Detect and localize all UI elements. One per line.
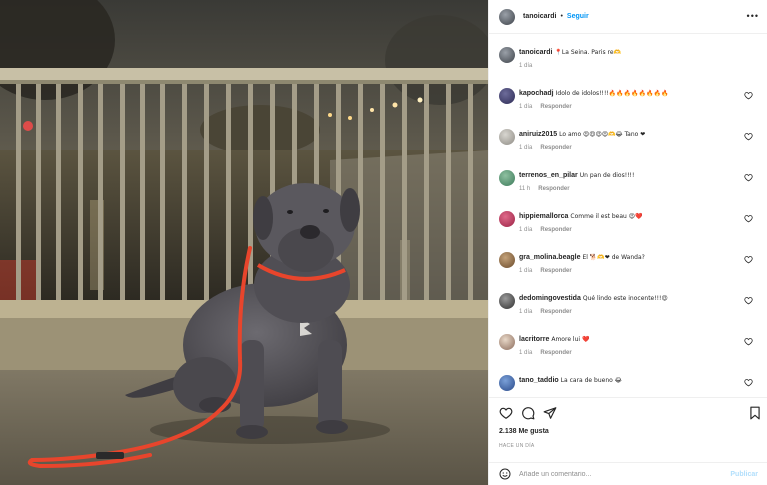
reply-button[interactable]: Responder [540,350,571,356]
comment-username[interactable]: gra_molina.beagle [519,254,580,261]
comments-panel: tanoicardi • Seguir ••• tanoicardi 📍La Se… [488,0,767,485]
author-username[interactable]: tanoicardi [523,13,556,20]
comment-time[interactable]: 11 h [519,186,530,192]
post-photo[interactable] [0,0,488,485]
comment-username[interactable]: dedomingovestida [519,295,581,302]
commenter-avatar[interactable] [499,88,515,104]
comment-username[interactable]: kapochadj [519,90,554,97]
reply-button[interactable]: Responder [540,145,571,151]
comment-username[interactable]: tano_taddio [519,377,559,384]
comment-time[interactable]: 1 día [519,309,532,315]
add-comment-bar: Publicar [489,462,767,485]
comment-username[interactable]: terrenos_en_pilar [519,172,578,179]
author-avatar[interactable] [499,47,515,63]
comment-time[interactable]: 1 día [519,63,532,69]
comment-text: Un pan de dios!!!! [579,172,635,179]
comment-time[interactable]: 1 día [519,268,532,274]
comment-time[interactable]: 1 día [519,145,532,151]
comment-username[interactable]: hippiemallorca [519,213,568,220]
heart-icon[interactable] [744,214,753,223]
comment-icon[interactable] [521,406,535,420]
author-avatar[interactable] [499,8,515,25]
follow-button[interactable]: Seguir [567,13,589,20]
bookmark-icon[interactable] [749,406,761,420]
heart-icon[interactable] [744,132,753,141]
share-icon[interactable] [543,406,557,420]
commenter-avatar[interactable] [499,252,515,268]
post-timestamp[interactable]: HACE UN DÍA [499,443,535,449]
comment-text: La cara de bueno 😂 [560,377,622,384]
instagram-post-window: tanoicardi • Seguir ••• tanoicardi 📍La Se… [0,0,767,485]
reply-button[interactable]: Responder [540,309,571,315]
heart-icon[interactable] [744,91,753,100]
heart-icon[interactable] [744,378,753,387]
comment-text: 📍La Seina. Paris re🫶 [554,49,622,56]
heart-icon[interactable] [744,296,753,305]
commenter-avatar[interactable] [499,293,515,309]
emoji-icon[interactable] [499,468,511,480]
comment-username[interactable]: tanoicardi [519,49,552,56]
commenter-avatar[interactable] [499,129,515,145]
comment-text: El 🐕🫶❤ de Wanda? [582,254,645,261]
comment-time[interactable]: 1 día [519,104,532,110]
heart-icon[interactable] [499,406,513,420]
comment-time[interactable]: 1 día [519,227,532,233]
post-header: tanoicardi • Seguir ••• [489,0,767,34]
comment-username[interactable]: aniruiz2015 [519,131,557,138]
comment-text: Lo amo 😍😍😍😍🫶😂 Tano ❤ [559,131,646,138]
separator-dot: • [560,13,563,20]
commenter-avatar[interactable] [499,334,515,350]
reply-button[interactable]: Responder [540,104,571,110]
reply-button[interactable]: Responder [538,186,569,192]
commenter-avatar[interactable] [499,211,515,227]
comment-text: Idolo de idolos!!!!🔥🔥🔥🔥🔥🔥🔥🔥 [555,90,669,97]
heart-icon[interactable] [744,255,753,264]
comments-list[interactable]: tanoicardi 📍La Seina. Paris re🫶 1 día kap… [489,40,767,397]
comment-text: Amore lui ❤️ [551,336,590,343]
comment-text: Qué lindo este inocente!!!😍 [582,295,668,302]
post-actions-bar [489,397,767,427]
comment-input[interactable] [519,470,709,478]
likes-count[interactable]: 2.138 Me gusta [499,428,549,435]
heart-icon[interactable] [744,173,753,182]
comment-text: Comme il est beau 😍❤️ [570,213,643,220]
commenter-avatar[interactable] [499,170,515,186]
heart-icon[interactable] [744,337,753,346]
reply-button[interactable]: Responder [540,227,571,233]
more-options-icon[interactable]: ••• [747,11,759,21]
comment-time[interactable]: 1 día [519,350,532,356]
reply-button[interactable]: Responder [540,268,571,274]
commenter-avatar[interactable] [499,375,515,391]
dog-on-bridge-image [0,0,488,485]
comment-username[interactable]: lacritorre [519,336,549,343]
publish-button[interactable]: Publicar [730,471,758,478]
